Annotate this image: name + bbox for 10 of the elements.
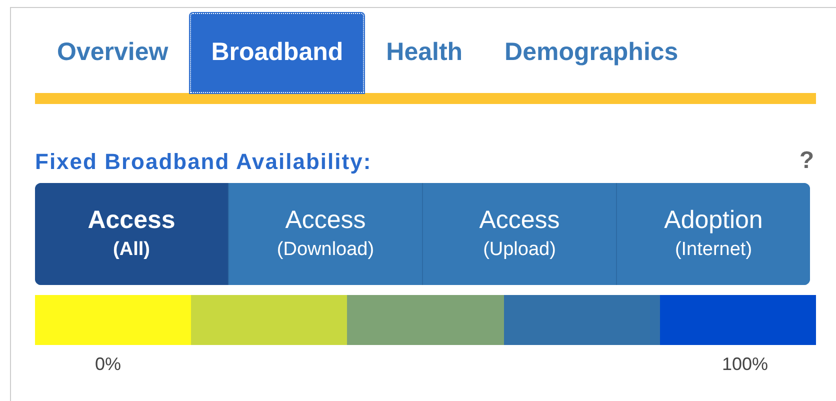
tab[interactable]: Overview	[37, 13, 188, 93]
tab[interactable]: Broadband	[190, 13, 364, 93]
toggle-button[interactable]: Access (All)	[35, 183, 228, 285]
legend-max-label: 100%	[722, 353, 768, 376]
tab[interactable]: Health	[366, 13, 483, 93]
legend-min-label: 0%	[95, 353, 122, 376]
tab[interactable]: Demographics	[484, 13, 698, 93]
toggle-button[interactable]: Adoption (Internet)	[616, 183, 810, 285]
section-title: Fixed Broadband Availability:	[35, 148, 372, 176]
help-icon[interactable]: ?	[799, 143, 816, 179]
